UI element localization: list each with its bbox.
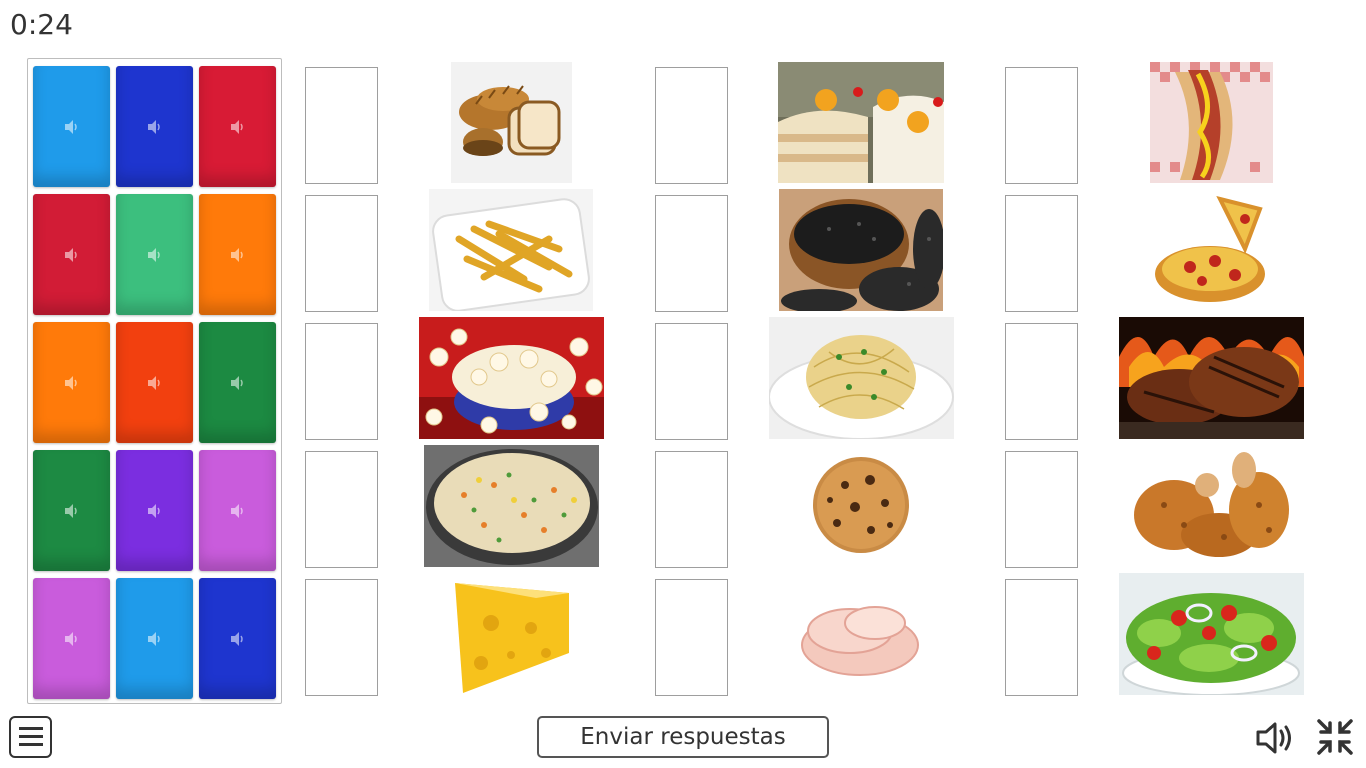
audio-card[interactable]: [116, 578, 193, 699]
audio-card[interactable]: [33, 194, 110, 315]
drop-slot[interactable]: [655, 323, 728, 440]
audio-card[interactable]: [199, 322, 276, 443]
speaker-icon: [64, 503, 77, 518]
audio-card[interactable]: [199, 450, 276, 571]
drop-slot[interactable]: [1005, 195, 1078, 312]
audio-card-tray: [27, 58, 282, 704]
speaker-icon: [64, 375, 77, 390]
submit-answers-button[interactable]: Enviar respuestas: [537, 716, 829, 758]
audio-card[interactable]: [199, 66, 276, 187]
drop-slot[interactable]: [1005, 451, 1078, 568]
steak-picture: [1119, 317, 1304, 439]
drop-slot[interactable]: [655, 579, 728, 696]
cookie-picture: [775, 445, 946, 567]
drop-slot[interactable]: [305, 451, 378, 568]
speaker-icon[interactable]: [1254, 718, 1294, 758]
drop-slot[interactable]: [655, 67, 728, 184]
cheese-picture: [451, 573, 574, 695]
game-stage: 0:24 Enviar respuestas: [0, 0, 1366, 768]
speaker-icon: [64, 631, 77, 646]
audio-card[interactable]: [199, 194, 276, 315]
audio-card[interactable]: [33, 450, 110, 571]
fried-chicken-picture: [1129, 445, 1294, 567]
salad-picture: [1119, 573, 1304, 695]
hotdog-picture: [1150, 62, 1273, 183]
speaker-icon: [147, 247, 160, 262]
hamburger-menu-icon: [18, 727, 43, 746]
speaker-icon: [230, 119, 243, 134]
audio-card[interactable]: [33, 322, 110, 443]
speaker-icon: [147, 503, 160, 518]
rice-picture: [424, 445, 599, 567]
speaker-icon: [230, 247, 243, 262]
drop-slot[interactable]: [655, 451, 728, 568]
exit-fullscreen-icon[interactable]: [1315, 717, 1355, 757]
drop-slot[interactable]: [305, 195, 378, 312]
drop-slot[interactable]: [305, 579, 378, 696]
drop-slot[interactable]: [305, 323, 378, 440]
popcorn-picture: [419, 317, 604, 439]
speaker-icon: [147, 375, 160, 390]
speaker-icon: [230, 503, 243, 518]
drop-slot[interactable]: [1005, 67, 1078, 184]
audio-card[interactable]: [116, 322, 193, 443]
pizza-picture: [1150, 189, 1272, 311]
drop-slot[interactable]: [1005, 323, 1078, 440]
bread-picture: [451, 62, 572, 183]
audio-card[interactable]: [199, 578, 276, 699]
timer: 0:24: [10, 8, 73, 41]
speaker-icon: [64, 247, 77, 262]
audio-card[interactable]: [116, 194, 193, 315]
cake-picture: [778, 62, 944, 183]
drop-slot[interactable]: [655, 195, 728, 312]
audio-card[interactable]: [116, 66, 193, 187]
audio-card[interactable]: [33, 578, 110, 699]
speaker-icon: [64, 119, 77, 134]
speaker-icon: [230, 375, 243, 390]
drop-slot[interactable]: [1005, 579, 1078, 696]
speaker-icon: [147, 631, 160, 646]
spaghetti-picture: [769, 317, 954, 439]
ham-picture: [795, 573, 925, 695]
speaker-icon: [147, 119, 160, 134]
audio-card[interactable]: [33, 66, 110, 187]
beans-picture: [779, 189, 943, 311]
drop-slot[interactable]: [305, 67, 378, 184]
fries-picture: [429, 189, 593, 311]
speaker-icon: [230, 631, 243, 646]
menu-button[interactable]: [9, 716, 52, 758]
audio-card[interactable]: [116, 450, 193, 571]
